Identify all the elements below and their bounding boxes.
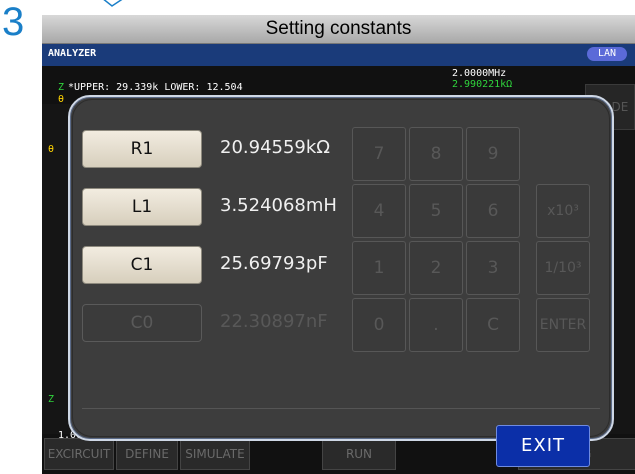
c1-value: 25.69793pF: [220, 253, 328, 274]
key-0[interactable]: 0: [352, 298, 406, 352]
key-9[interactable]: 9: [466, 127, 520, 181]
key-7[interactable]: 7: [352, 127, 406, 181]
mode-strip: ANALYZER LAN: [42, 44, 635, 66]
instrument-screen: ANALYZER LAN 2.0000MHz 2.990221kΩ Z *UPP…: [42, 44, 635, 474]
key-2[interactable]: 2: [409, 241, 463, 295]
run-button[interactable]: RUN: [322, 438, 396, 470]
key-4[interactable]: 4: [352, 184, 406, 238]
key-3[interactable]: 3: [466, 241, 520, 295]
title-bar: Setting constants: [42, 15, 635, 44]
c1-button[interactable]: C1: [82, 246, 202, 284]
r1-value: 20.94559kΩ: [220, 137, 331, 158]
z-label: Z: [58, 82, 65, 93]
simulate-button[interactable]: SIMULATE: [180, 438, 250, 470]
c0-value: 22.30897nF: [220, 311, 328, 332]
key-5[interactable]: 5: [409, 184, 463, 238]
watermark-icon: [100, 0, 126, 8]
key-1[interactable]: 1: [352, 241, 406, 295]
key-divide-1000[interactable]: 1/10³: [536, 241, 590, 295]
define-button[interactable]: DEFINE: [116, 438, 178, 470]
theta-axis-label: θ: [48, 144, 55, 155]
excircuit-button[interactable]: EXCIRCUIT: [44, 438, 114, 470]
c0-button[interactable]: C0: [82, 304, 202, 342]
window-title: Setting constants: [265, 18, 412, 39]
l1-value: 3.524068mH: [220, 195, 337, 216]
frequency-readout: 2.0000MHz: [452, 68, 507, 79]
exit-button[interactable]: EXIT: [496, 425, 590, 467]
limits-readout: *UPPER: 29.339k LOWER: 12.504: [68, 82, 243, 93]
key-times-1000[interactable]: x10³: [536, 184, 590, 238]
key-enter[interactable]: ENTER: [536, 298, 590, 352]
key-6[interactable]: 6: [466, 184, 520, 238]
constants-dialog: R1 20.94559kΩ L1 3.524068mH C1 25.69793p…: [68, 95, 614, 467]
key-decimal[interactable]: .: [409, 298, 463, 352]
step-number: 3: [2, 0, 25, 44]
key-8[interactable]: 8: [409, 127, 463, 181]
r1-button[interactable]: R1: [82, 130, 202, 168]
key-clear[interactable]: C: [466, 298, 520, 352]
dialog-divider: [82, 408, 600, 409]
lan-badge: LAN: [587, 47, 627, 61]
z-axis-label: Z: [48, 394, 55, 405]
mode-label: ANALYZER: [48, 48, 97, 59]
measured-readout: 2.990221kΩ: [452, 79, 513, 90]
l1-button[interactable]: L1: [82, 188, 202, 226]
